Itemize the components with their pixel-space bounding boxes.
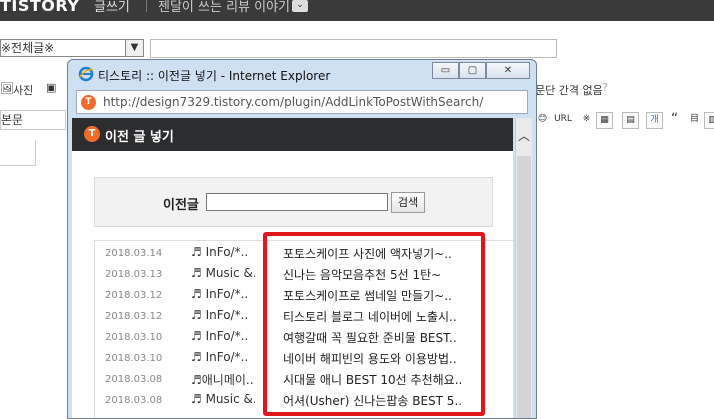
tistory-logo-icon: T [84, 126, 100, 142]
post-date: 2018.03.12 [105, 311, 163, 322]
box-icon[interactable]: 目 [686, 112, 703, 129]
post-category: ♬ InFo/*.. [191, 287, 249, 301]
chevron-down-icon[interactable]: ⌄ [292, 0, 308, 12]
window-controls: ▭ ▢ ✕ [432, 62, 530, 80]
plugin-header: T 이전 글 넣기 [72, 118, 513, 151]
post-category: ♬ InFo/*.. [191, 245, 249, 259]
post-category: ♬애니메이.. [191, 373, 254, 387]
post-date: 2018.03.12 [105, 290, 163, 301]
chevron-down-icon[interactable]: ▼ [125, 40, 143, 56]
post-title-input[interactable] [150, 39, 557, 58]
post-category: ♬ InFo/*.. [191, 329, 249, 343]
search-input[interactable] [206, 193, 388, 211]
post-date: 2018.03.08 [105, 374, 163, 385]
category-select[interactable]: ※전체글※ ▼ [0, 39, 144, 57]
photo-button[interactable]: 사진 [13, 82, 33, 98]
close-button[interactable]: ✕ [486, 62, 530, 79]
search-panel: 이전글 검색 [94, 177, 493, 227]
special-char-button[interactable]: ※ [578, 112, 595, 129]
blog-name[interactable]: 젠달이 쓰는 리뷰 이야기 [158, 0, 290, 15]
post-date: 2018.03.10 [105, 332, 163, 343]
internet-explorer-icon [78, 66, 94, 82]
address-url[interactable]: http://design7329.tistory.com/plugin/Add… [103, 95, 483, 109]
scrollbar[interactable]: ︿ [515, 118, 532, 418]
format-value: 본문 [1, 113, 24, 127]
table-icon[interactable]: ▦ [596, 112, 613, 129]
window-title: 티스토리 :: 이전글 넣기 - Internet Explorer [98, 69, 331, 83]
maximize-button[interactable]: ▢ [459, 62, 486, 79]
divider [146, 0, 147, 12]
post-date: 2018.03.08 [105, 395, 163, 406]
quote-icon[interactable]: “ [666, 112, 683, 129]
scroll-thumb[interactable] [517, 156, 531, 418]
media-icon[interactable]: ▣ [46, 81, 56, 94]
tistory-logo[interactable]: TISTORY [0, 0, 79, 15]
highlight-box [263, 232, 485, 416]
title-row: ※전체글※ ▼ [0, 37, 714, 61]
page-name: 글쓰기 [94, 0, 130, 15]
post-date: 2018.03.14 [105, 248, 163, 259]
search-label: 이전글 [163, 198, 199, 213]
help-icon[interactable]: ? [602, 81, 608, 94]
post-category: ♬ Music &.. [191, 392, 255, 406]
top-bar: TISTORY 글쓰기 젠달이 쓰는 리뷰 이야기 ⌄ [0, 0, 714, 21]
address-bar[interactable]: T http://design7329.tistory.com/plugin/A… [76, 90, 528, 114]
plugin-title: 이전 글 넣기 [105, 130, 174, 145]
post-category: ♬ InFo/*.. [191, 308, 249, 322]
layout-icon[interactable]: ▤ [622, 112, 639, 129]
post-category: ♬ InFo/*.. [191, 350, 249, 364]
post-date: 2018.03.10 [105, 353, 163, 364]
photo-icon[interactable]: 🖼 [0, 82, 14, 95]
scroll-up-icon[interactable]: ︿ [516, 128, 532, 144]
category-value: ※전체글※ [1, 41, 55, 55]
editor-body[interactable] [0, 140, 36, 166]
site-favicon-icon: T [81, 95, 96, 110]
paragraph-spacing-button[interactable]: 문단 간격 없음 [535, 82, 603, 98]
more-icon[interactable]: ▥ [704, 112, 714, 129]
post-date: 2018.03.13 [105, 269, 163, 280]
post-category: ♬ Music &.. [191, 266, 255, 280]
url-button[interactable]: URL [552, 112, 574, 129]
search-button[interactable]: 검색 [391, 192, 425, 213]
minimize-button[interactable]: ▭ [432, 62, 459, 79]
format-button[interactable]: 개 [646, 112, 663, 129]
format-select[interactable]: 본문 [0, 110, 66, 130]
